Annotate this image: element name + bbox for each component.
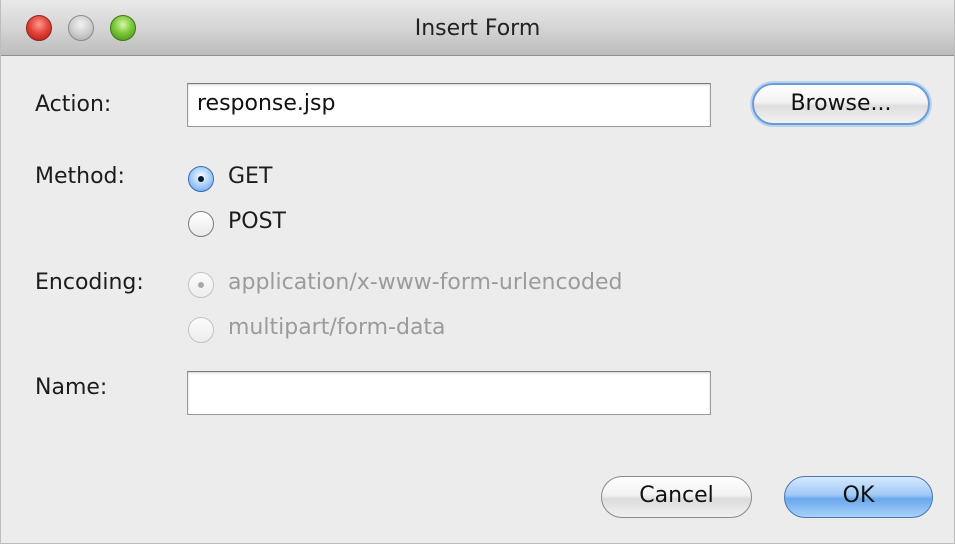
post-label: POST [228,209,286,234]
urlencoded-radio [188,272,214,298]
action-field[interactable]: response.jsp [187,83,711,127]
get-label: GET [228,164,273,189]
action-label: Action: [35,92,112,117]
encoding-multipart-option: multipart/form-data [188,315,588,349]
urlencoded-label: application/x-www-form-urlencoded [228,270,623,295]
multipart-label: multipart/form-data [228,315,446,340]
insert-form-dialog: Insert Form Action: response.jsp Browse.… [0,0,955,544]
encoding-label: Encoding: [35,270,144,295]
title-bar[interactable]: Insert Form [1,0,954,56]
encoding-urlencoded-option: application/x-www-form-urlencoded [188,270,748,304]
method-post-option[interactable]: POST [188,209,388,243]
radio-selected-dot-icon [198,176,204,182]
method-label: Method: [35,164,125,189]
window-title: Insert Form [414,16,541,41]
method-get-option[interactable]: GET [188,164,388,198]
get-radio[interactable] [188,166,214,192]
post-radio[interactable] [188,211,214,237]
cancel-button[interactable]: Cancel [601,476,752,518]
name-label: Name: [35,375,108,400]
multipart-radio [188,317,214,343]
radio-selected-dot-icon [198,282,204,288]
browse-button[interactable]: Browse... [752,83,930,125]
name-field[interactable] [187,371,711,415]
ok-button[interactable]: OK [784,476,933,518]
